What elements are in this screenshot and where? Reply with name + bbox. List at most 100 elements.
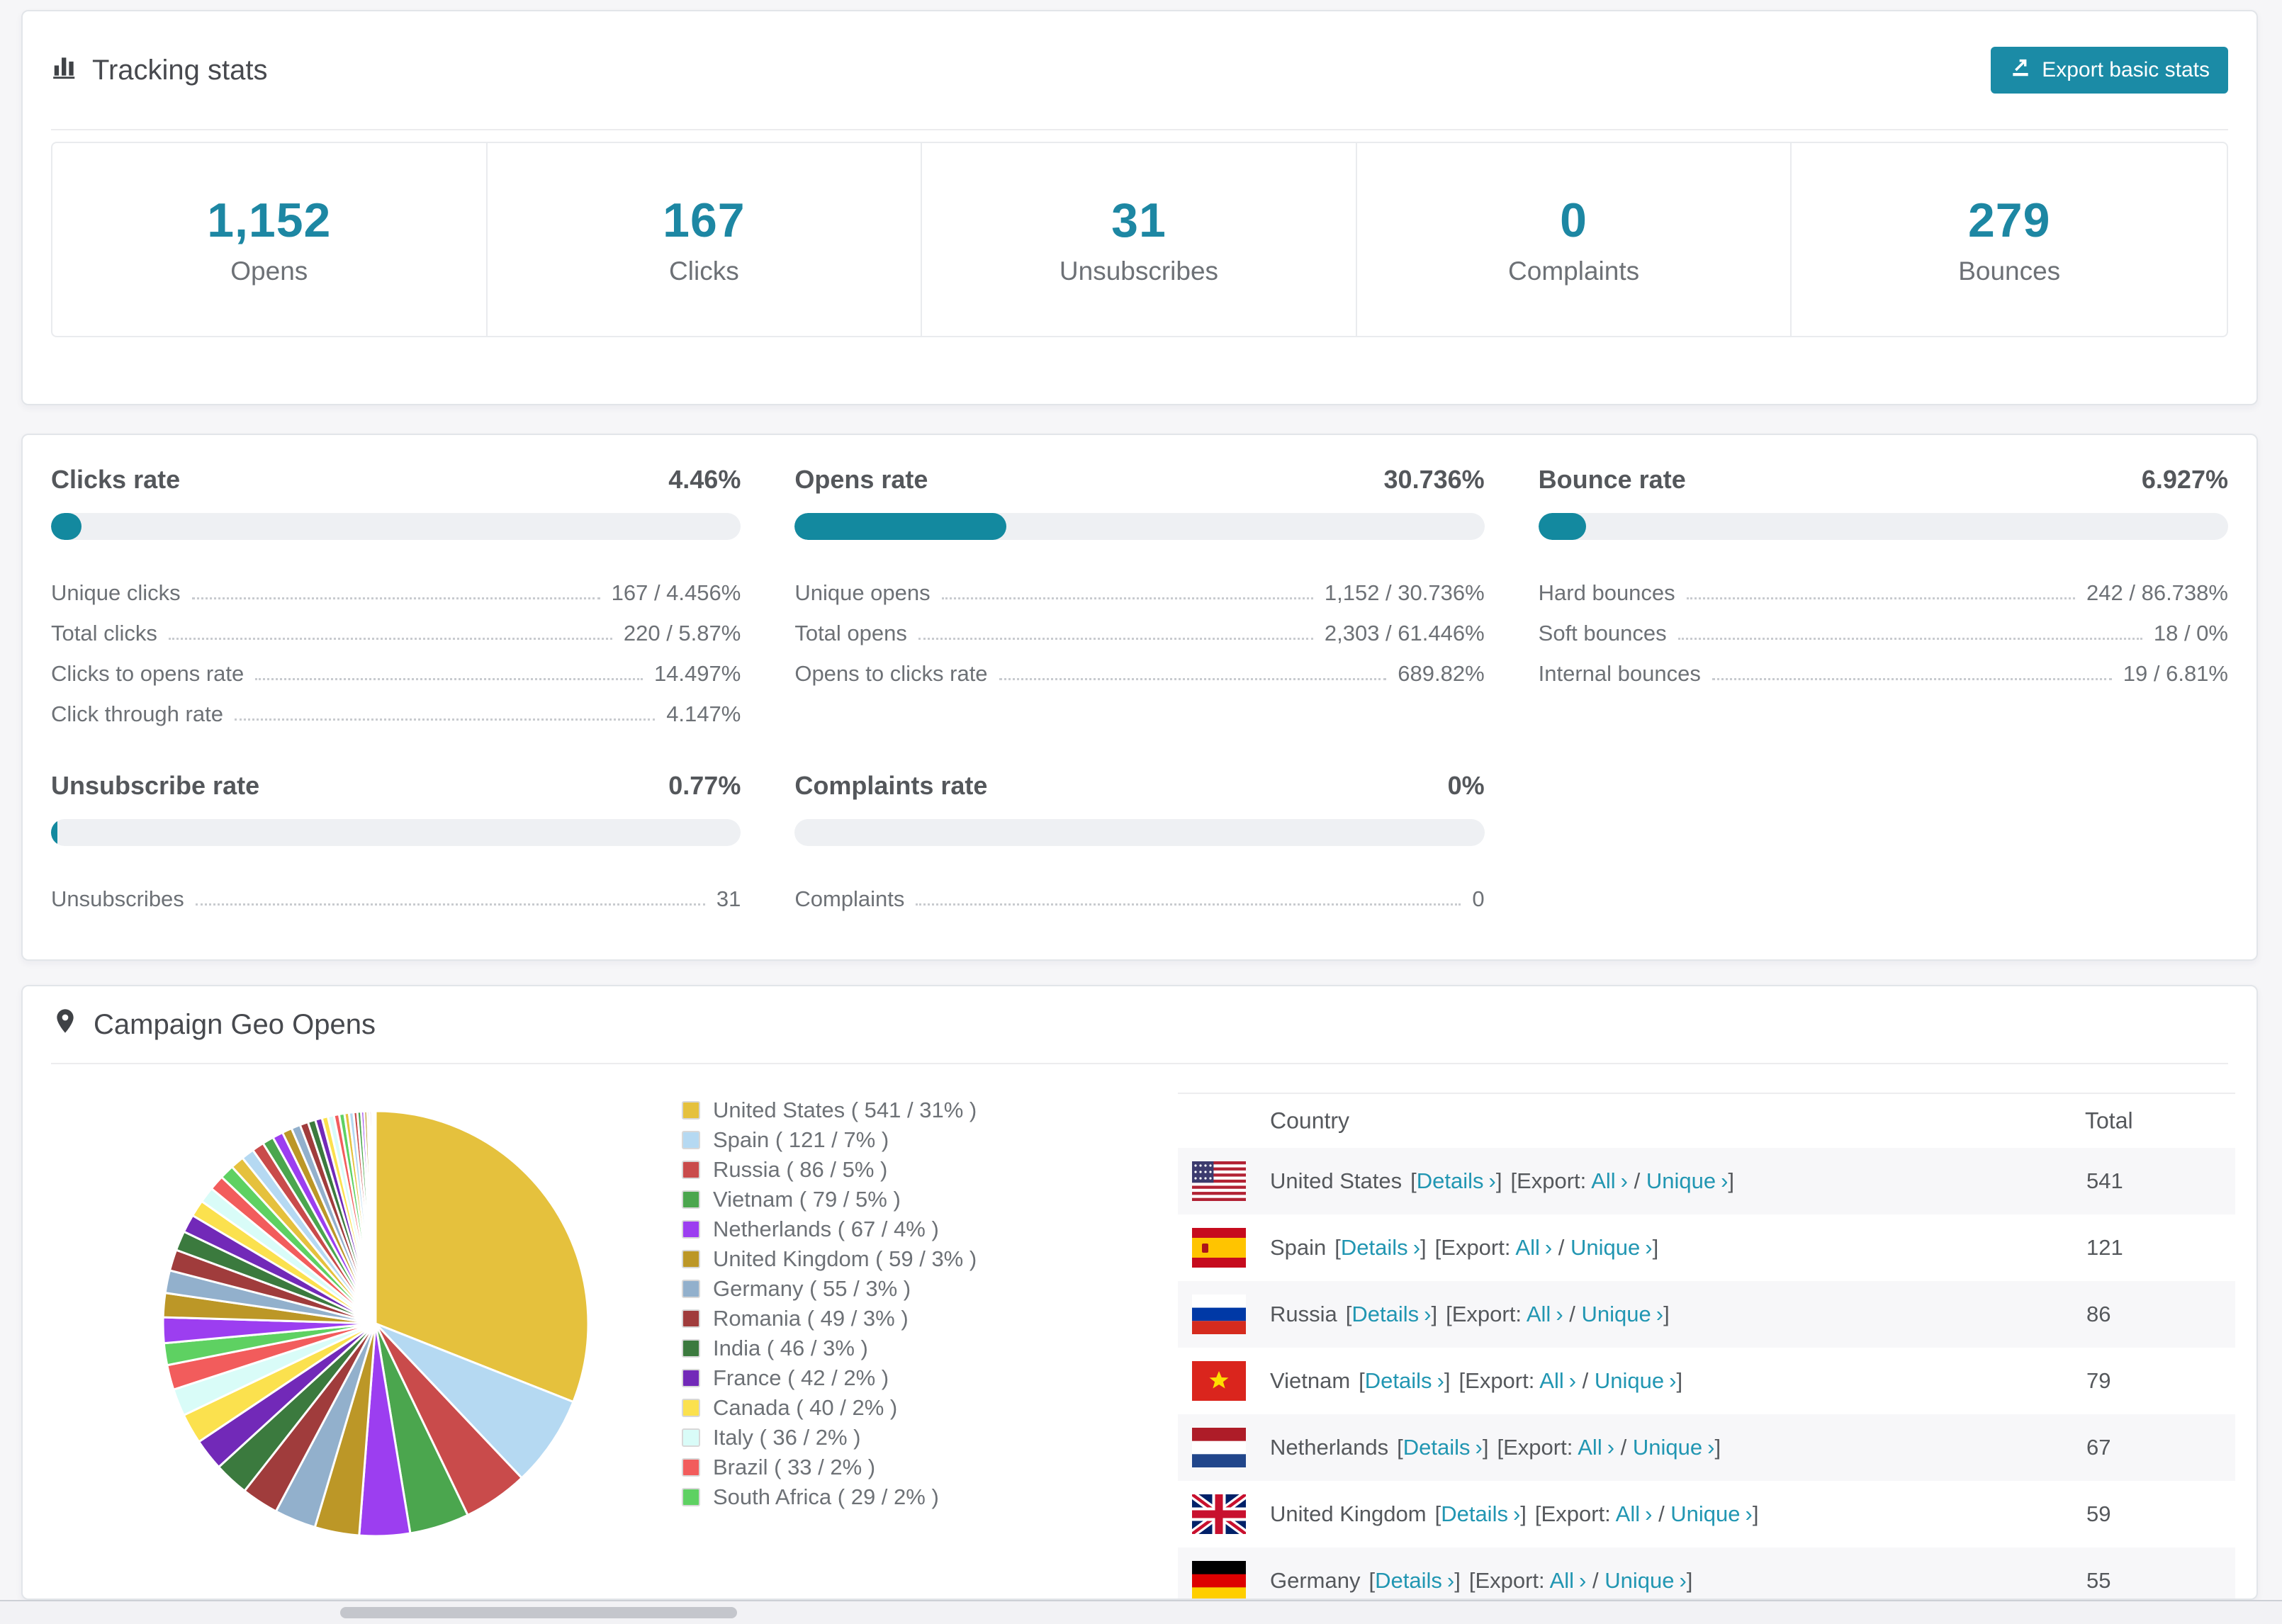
- tracking-stats-title-wrap: Tracking stats: [51, 53, 267, 87]
- chevron-right-icon: ›: [1679, 1568, 1687, 1593]
- export-unique-link[interactable]: Unique: [1604, 1568, 1674, 1593]
- chevron-right-icon: ›: [1669, 1368, 1677, 1393]
- export-all-link[interactable]: All: [1539, 1368, 1563, 1393]
- stat-label: Complaints: [1508, 256, 1640, 286]
- rate-row-label: Unique clicks: [51, 580, 181, 605]
- rate-row-label: Unique opens: [794, 580, 931, 605]
- rates-card: Clicks rate 4.46% Unique clicks 167 / 4.456…: [21, 434, 2258, 961]
- export-unique-link[interactable]: Unique: [1595, 1368, 1664, 1393]
- details-link[interactable]: Details: [1341, 1235, 1408, 1260]
- rate-value: 30.736%: [1383, 465, 1485, 494]
- dotted-leader: [168, 638, 612, 640]
- legend-label: Germany ( 55 / 3% ): [713, 1276, 911, 1301]
- country-name: United Kingdom: [1270, 1501, 1427, 1526]
- rate-row-value: 14.497%: [653, 661, 741, 686]
- progress-fill: [1538, 513, 1587, 540]
- rate-rows: Unique opens 1,152 / 30.736% Total opens 2,…: [794, 565, 1484, 687]
- rate-row: Internal bounces 19 / 6.81%: [1539, 646, 2228, 687]
- page-title: Tracking stats: [92, 54, 268, 86]
- export-all-link[interactable]: All: [1527, 1302, 1551, 1326]
- stat-cell-complaints: 0 Complaints: [1357, 143, 1792, 336]
- chevron-right-icon: ›: [1656, 1302, 1664, 1326]
- bar-chart-icon: [51, 53, 78, 87]
- bracket: ]: [1520, 1501, 1527, 1526]
- legend-swatch: [682, 1190, 700, 1209]
- bracket: [: [1497, 1435, 1504, 1460]
- export-label: Export:: [1503, 1435, 1573, 1460]
- dotted-leader: [918, 638, 1313, 640]
- chevron-right-icon: ›: [1721, 1168, 1729, 1193]
- total-cell: 121: [2086, 1235, 2123, 1260]
- rate-row: Hard bounces 242 / 86.738%: [1539, 565, 2228, 606]
- rate-title: Unsubscribe rate: [51, 771, 260, 800]
- bracket: [: [1534, 1501, 1541, 1526]
- export-basic-stats-button[interactable]: Export basic stats: [1991, 47, 2228, 94]
- bracket: ]: [1663, 1302, 1670, 1326]
- stat-cell-bounces: 279 Bounces: [1792, 143, 2227, 336]
- rate-row-value: 2,303 / 61.446%: [1324, 621, 1485, 645]
- legend-swatch: [682, 1399, 700, 1417]
- export-unique-link[interactable]: Unique: [1670, 1501, 1740, 1526]
- export-all-link[interactable]: All: [1578, 1435, 1602, 1460]
- details-link[interactable]: Details: [1375, 1568, 1442, 1593]
- rate-row-value: 1,152 / 30.736%: [1324, 580, 1485, 605]
- progress-fill: [794, 513, 1007, 540]
- legend-swatch: [682, 1428, 700, 1447]
- dotted-leader: [999, 678, 1387, 680]
- legend-swatch: [682, 1369, 700, 1387]
- geo-title: Campaign Geo Opens: [94, 1008, 376, 1040]
- legend-label: United Kingdom ( 59 / 3% ): [713, 1246, 977, 1271]
- stat-value: 31: [1111, 193, 1167, 247]
- details-link[interactable]: Details: [1403, 1435, 1471, 1460]
- rate-value: 0%: [1447, 771, 1485, 800]
- stat-value: 167: [663, 193, 746, 247]
- stat-label: Bounces: [1958, 256, 2061, 286]
- export-all-link[interactable]: All: [1550, 1568, 1574, 1593]
- table-row-ru: Russia [Details ›] [Export: All › / Unique ›]…: [1178, 1281, 2235, 1348]
- dotted-leader: [195, 903, 705, 906]
- bracket: ]: [1714, 1435, 1721, 1460]
- legend-item: United Kingdom ( 59 / 3% ): [682, 1244, 977, 1274]
- chevron-right-icon: ›: [1568, 1368, 1577, 1393]
- export-label: Export:: [1541, 1501, 1611, 1526]
- flag-icon-vn: [1192, 1361, 1246, 1401]
- details-link[interactable]: Details: [1441, 1501, 1508, 1526]
- country-cell: United Kingdom [Details ›] [Export: All › / …: [1270, 1501, 1759, 1527]
- geo-table-body: United States [Details ›] [Export: All › / U…: [1178, 1148, 2235, 1598]
- progress-fill: [51, 819, 57, 846]
- export-unique-link[interactable]: Unique: [1633, 1435, 1702, 1460]
- rate-row-value: 19 / 6.81%: [2123, 661, 2228, 686]
- details-link[interactable]: Details: [1365, 1368, 1432, 1393]
- export-unique-link[interactable]: Unique: [1646, 1168, 1716, 1193]
- slash: /: [1627, 1168, 1646, 1193]
- export-all-link[interactable]: All: [1591, 1168, 1615, 1193]
- details-link[interactable]: Details: [1351, 1302, 1419, 1326]
- rate-row-label: Unsubscribes: [51, 886, 184, 911]
- country-name: Russia: [1270, 1302, 1337, 1326]
- chevron-right-icon: ›: [1475, 1435, 1483, 1460]
- export-unique-link[interactable]: Unique: [1570, 1235, 1640, 1260]
- chevron-right-icon: ›: [1707, 1435, 1715, 1460]
- export-unique-link[interactable]: Unique: [1581, 1302, 1651, 1326]
- dotted-leader: [1677, 638, 2142, 640]
- legend-label: United States ( 541 / 31% ): [713, 1098, 977, 1122]
- rate-head: Opens rate 30.736%: [794, 465, 1484, 495]
- scrollbar-thumb[interactable]: [340, 1607, 737, 1618]
- export-all-link[interactable]: All: [1515, 1235, 1539, 1260]
- country-cell: Russia [Details ›] [Export: All › / Unique ›]: [1270, 1302, 1670, 1327]
- rate-row-label: Total clicks: [51, 621, 157, 645]
- details-link[interactable]: Details: [1417, 1168, 1484, 1193]
- bracket: ]: [1676, 1368, 1683, 1393]
- rate-row-value: 689.82%: [1398, 661, 1485, 686]
- flag-icon-es: [1192, 1228, 1246, 1268]
- chevron-right-icon: ›: [1607, 1435, 1615, 1460]
- legend-swatch: [682, 1309, 700, 1328]
- geo-table: Country Total United States [Details ›] [Ex…: [1178, 1093, 2235, 1598]
- export-all-link[interactable]: All: [1616, 1501, 1640, 1526]
- stat-value: 0: [1560, 193, 1587, 247]
- map-pin-icon: [51, 1007, 79, 1042]
- bracket: [: [1458, 1368, 1466, 1393]
- total-cell: 55: [2086, 1568, 2111, 1593]
- rate-row-value: 167 / 4.456%: [611, 580, 741, 605]
- legend-item: Russia ( 86 / 5% ): [682, 1155, 977, 1185]
